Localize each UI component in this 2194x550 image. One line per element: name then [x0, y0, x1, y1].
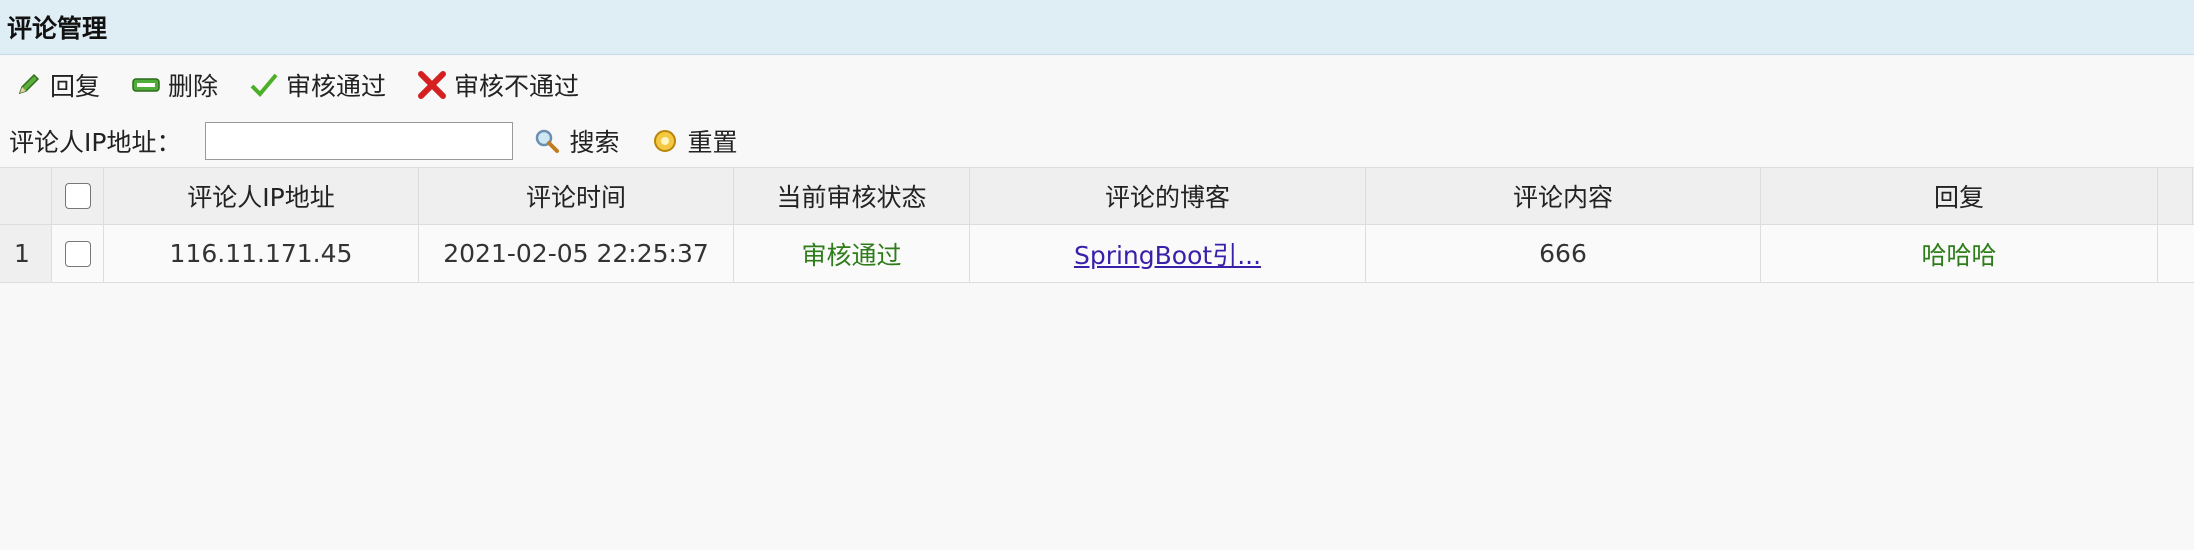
header-tail — [2158, 168, 2193, 224]
reply-button[interactable]: 回复 — [12, 67, 100, 103]
row-select-cell — [52, 225, 104, 282]
select-all-cell — [52, 168, 104, 224]
search-button-label: 搜索 — [569, 128, 620, 157]
row-blog-link[interactable]: SpringBoot引... — [1074, 236, 1261, 272]
row-status: 审核通过 — [734, 225, 970, 282]
header-blog[interactable]: 评论的博客 — [970, 168, 1366, 224]
header-reply[interactable]: 回复 — [1761, 168, 2158, 224]
header-status[interactable]: 当前审核状态 — [734, 168, 970, 224]
header-content[interactable]: 评论内容 — [1366, 168, 1761, 224]
delete-button-label: 删除 — [168, 72, 219, 101]
reply-button-label: 回复 — [50, 72, 101, 101]
pencil-icon — [12, 69, 44, 101]
search-bar: 评论人IP地址： 搜索 重置 — [0, 115, 2194, 167]
panel-title: 评论管理 — [7, 14, 108, 43]
row-content: 666 — [1366, 225, 1761, 282]
table-row[interactable]: 1 116.11.171.45 2021-02-05 22:25:37 审核通过… — [0, 225, 2194, 283]
search-button[interactable]: 搜索 — [531, 123, 619, 159]
reset-button-label: 重置 — [687, 128, 738, 157]
reject-button[interactable]: 审核不通过 — [416, 67, 579, 103]
magnifier-icon — [531, 125, 563, 157]
reload-icon — [649, 125, 681, 157]
row-number-header — [0, 168, 52, 224]
row-time: 2021-02-05 22:25:37 — [419, 225, 734, 282]
ip-search-input[interactable] — [205, 122, 514, 160]
select-all-checkbox[interactable] — [64, 183, 91, 209]
approve-button[interactable]: 审核通过 — [248, 67, 386, 103]
toolbar: 回复 删除 审核通过 审核不通过 — [0, 55, 2194, 115]
reject-button-label: 审核不通过 — [454, 72, 580, 101]
row-number: 1 — [0, 225, 52, 282]
minus-bar-icon — [130, 69, 162, 101]
ip-search-label: 评论人IP地址： — [9, 128, 182, 157]
row-reply: 哈哈哈 — [1761, 225, 2158, 282]
reset-button[interactable]: 重置 — [649, 123, 737, 159]
delete-button[interactable]: 删除 — [130, 67, 218, 103]
panel-header: 评论管理 — [0, 0, 2194, 55]
header-time[interactable]: 评论时间 — [419, 168, 734, 224]
cross-icon — [416, 69, 448, 101]
row-checkbox[interactable] — [64, 240, 91, 267]
comments-table: 评论人IP地址 评论时间 当前审核状态 评论的博客 评论内容 回复 1 116.… — [0, 167, 2194, 283]
header-ip[interactable]: 评论人IP地址 — [104, 168, 419, 224]
checkmark-icon — [248, 69, 280, 101]
table-header-row: 评论人IP地址 评论时间 当前审核状态 评论的博客 评论内容 回复 — [0, 167, 2194, 225]
row-blog-cell: SpringBoot引... — [970, 225, 1366, 282]
row-ip: 116.11.171.45 — [104, 225, 419, 282]
approve-button-label: 审核通过 — [286, 72, 387, 101]
